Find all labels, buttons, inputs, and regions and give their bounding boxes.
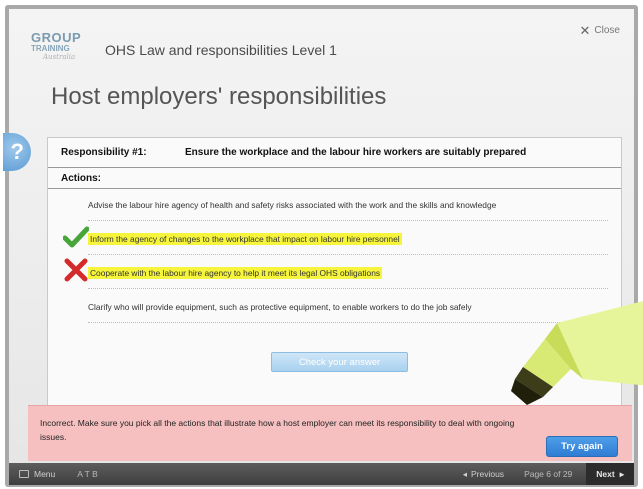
menu-button[interactable]: Menu <box>19 469 55 479</box>
navigation-bar: Menu A T B ◂ Previous Page 6 of 29 Next … <box>9 463 634 485</box>
content-panel: GROUP TRAINING Australia OHS Law and res… <box>3 9 643 463</box>
menu-label: Menu <box>34 469 56 479</box>
responsibility-text: Ensure the workplace and the labour hire… <box>185 147 527 158</box>
toolbar-label: A T B <box>77 469 98 479</box>
page-indicator: Page 6 of 29 <box>524 469 573 479</box>
help-icon: ? <box>10 139 24 164</box>
divider <box>88 220 608 221</box>
page-title: Host employers' responsibilities <box>51 83 387 110</box>
previous-button[interactable]: ◂ Previous <box>463 469 504 480</box>
divider <box>88 288 608 289</box>
chevron-right-icon: ▸ <box>619 468 624 479</box>
divider <box>88 254 608 255</box>
toolbar-buttons[interactable]: A T B <box>77 469 97 479</box>
next-button[interactable]: Next ▸ <box>586 463 634 485</box>
try-again-button[interactable]: Try again <box>546 436 618 457</box>
action-item-text: Clarify who will provide equipment, such… <box>88 302 472 312</box>
feedback-message: Incorrect. Make sure you pick all the ac… <box>40 418 515 442</box>
feedback-panel: Incorrect. Make sure you pick all the ac… <box>28 405 632 461</box>
previous-label: Previous <box>470 469 505 479</box>
action-item-text: Cooperate with the labour hire agency to… <box>88 267 383 279</box>
close-button[interactable]: ✕ Close <box>579 22 620 38</box>
action-item-1[interactable]: Advise the labour hire agency of health … <box>88 200 496 210</box>
logo-line-1: GROUP <box>31 30 82 45</box>
responsibility-header: Responsibility #1: Ensure the workplace … <box>48 138 621 168</box>
chevron-left-icon: ◂ <box>462 468 467 479</box>
action-item-2[interactable]: Inform the agency of changes to the work… <box>88 233 402 245</box>
action-item-text: Advise the labour hire agency of health … <box>88 200 497 210</box>
actions-label: Actions: <box>48 168 621 189</box>
logo-line-2: TRAINING <box>31 44 70 53</box>
check-answer-button[interactable]: Check your answer <box>271 352 408 372</box>
cross-icon <box>64 258 88 282</box>
action-item-text: Inform the agency of changes to the work… <box>88 233 402 245</box>
action-item-3[interactable]: Cooperate with the labour hire agency to… <box>88 267 383 279</box>
close-label: Close <box>594 25 620 36</box>
menu-icon <box>19 470 29 478</box>
responsibility-label: Responsibility #1: <box>61 147 147 158</box>
next-label: Next <box>596 469 615 479</box>
help-button[interactable]: ? <box>3 133 31 171</box>
close-icon: ✕ <box>579 22 591 38</box>
check-icon <box>63 226 89 248</box>
action-item-4[interactable]: Clarify who will provide equipment, such… <box>88 302 472 312</box>
course-title: OHS Law and responsibilities Level 1 <box>105 42 337 58</box>
logo-line-3: Australia <box>43 53 76 61</box>
highlighter-pen-icon <box>511 301 643 405</box>
group-training-logo: GROUP TRAINING Australia <box>31 31 87 67</box>
